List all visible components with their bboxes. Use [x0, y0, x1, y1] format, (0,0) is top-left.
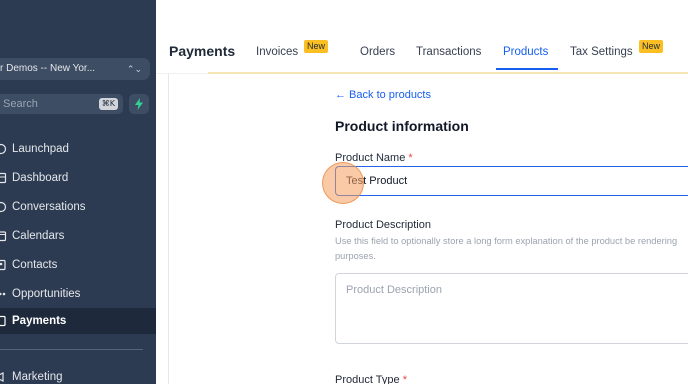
product-type-label-text: Product Type	[335, 374, 400, 384]
sidebar-item-launchpad[interactable]: Launchpad	[0, 136, 156, 162]
product-name-input[interactable]: Test Product	[335, 166, 688, 196]
product-description-label: Product Description	[335, 219, 431, 231]
page-title: Payments	[169, 43, 236, 59]
sidebar-item-dashboard[interactable]: Dashboard	[0, 165, 156, 191]
chat-icon	[0, 201, 7, 213]
click-highlight	[322, 162, 364, 204]
contacts-icon	[0, 259, 6, 271]
product-description-help: Use this field to optionally store a lon…	[335, 236, 678, 261]
tab-products[interactable]: Products	[503, 46, 548, 58]
product-description-textarea[interactable]: Product Description	[335, 273, 688, 344]
sidebar-item-label: Dashboard	[12, 172, 69, 184]
sidebar-divider	[0, 349, 143, 350]
megaphone-icon	[0, 372, 4, 382]
active-tab-indicator	[496, 68, 558, 70]
sidebar-item-label: Contacts	[12, 259, 58, 271]
account-name: r Demos -- New Yor...	[0, 63, 96, 74]
rocket-icon	[0, 143, 7, 155]
header-accent-line	[208, 72, 688, 74]
tab-tax-settings[interactable]: Tax Settings	[570, 46, 633, 58]
bolt-icon	[135, 98, 143, 110]
search-shortcut: ⌘K	[98, 98, 118, 110]
product-description-placeholder: Product Description	[346, 284, 442, 296]
chevron-updown-icon: ⌃⌄	[126, 64, 142, 74]
new-badge: New	[639, 40, 664, 53]
back-to-products-link[interactable]: ← Back to products	[335, 89, 431, 101]
sidebar-item-label: Marketing	[12, 371, 63, 383]
calendar-icon	[0, 231, 7, 242]
sidebar-item-marketing[interactable]: Marketing	[0, 364, 156, 384]
sidebar-item-label: Opportunities	[12, 288, 81, 300]
tab-transactions[interactable]: Transactions	[416, 46, 481, 58]
content-divider	[168, 74, 169, 384]
search-label: Search	[3, 98, 38, 110]
sidebar-item-contacts[interactable]: Contacts	[0, 252, 156, 278]
required-marker: *	[408, 152, 413, 164]
payments-icon	[0, 315, 6, 327]
section-heading: Product information	[335, 118, 469, 134]
dashboard-icon	[0, 172, 7, 184]
product-type-label: Product Type *	[335, 374, 407, 384]
tab-orders[interactable]: Orders	[360, 46, 395, 58]
account-switcher[interactable]: r Demos -- New Yor... ⌃⌄	[0, 58, 150, 80]
tab-invoices[interactable]: Invoices	[256, 46, 298, 58]
filter-icon	[0, 292, 6, 296]
sidebar: r Demos -- New Yor... ⌃⌄ Search ⌘K Launc…	[0, 0, 156, 384]
required-marker: *	[402, 374, 407, 384]
sidebar-item-label: Payments	[12, 315, 67, 327]
top-navigation: Payments Invoices New Orders Transaction…	[156, 0, 688, 72]
sidebar-item-conversations[interactable]: Conversations	[0, 194, 156, 220]
sidebar-item-label: Calendars	[12, 230, 65, 242]
sidebar-item-label: Conversations	[12, 201, 86, 213]
sidebar-item-label: Launchpad	[12, 143, 69, 155]
sidebar-item-payments[interactable]: Payments	[0, 308, 156, 334]
new-badge: New	[304, 40, 329, 53]
quick-actions-button[interactable]	[129, 94, 149, 114]
sidebar-item-calendars[interactable]: Calendars	[0, 223, 156, 249]
sidebar-item-opportunities[interactable]: Opportunities	[0, 281, 156, 307]
search-input[interactable]: Search ⌘K	[0, 94, 123, 114]
